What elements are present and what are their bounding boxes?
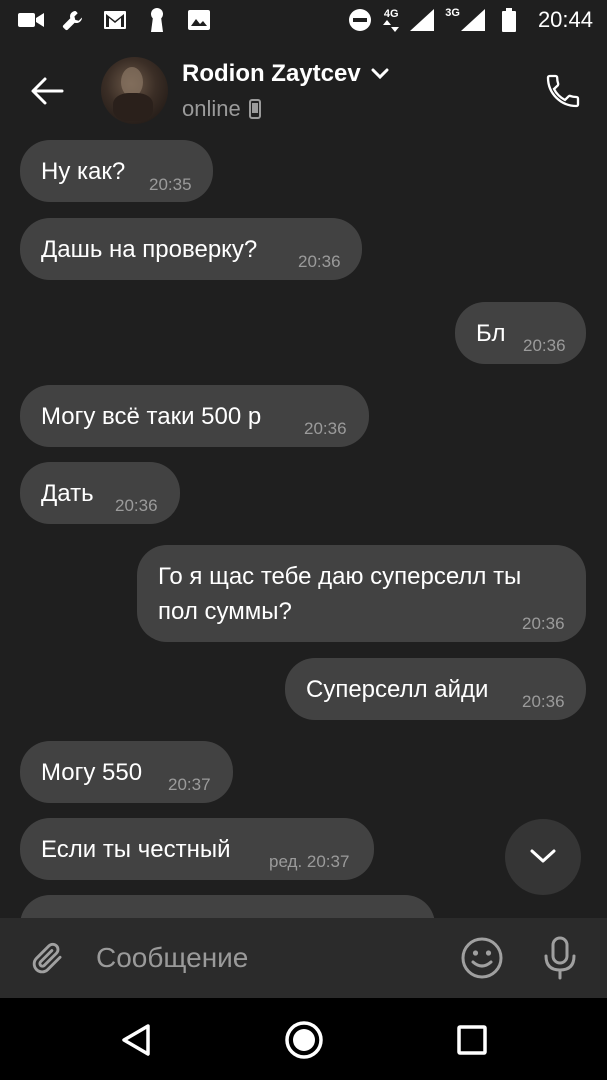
- message-text: Могу всё таки 500 р: [41, 403, 262, 430]
- nav-home-button[interactable]: [281, 1017, 327, 1063]
- message-time: 20:37: [168, 775, 211, 794]
- message-time: 20:36: [522, 692, 565, 711]
- wrench-icon: [60, 7, 86, 33]
- network-4g-label: 4G: [383, 7, 399, 20]
- phone-icon: [546, 74, 580, 108]
- message-bubble-outgoing[interactable]: Суперселл айди 20:36: [285, 658, 586, 720]
- mobile-device-icon: [248, 99, 261, 119]
- chat-header: Rodion Zaytcev online: [0, 40, 607, 140]
- message-text-line: Го я щас тебе даю суперселл ты: [158, 563, 522, 590]
- nav-back-button[interactable]: [114, 1018, 158, 1062]
- network-3g: 3G: [445, 8, 486, 32]
- message-bubble-outgoing[interactable]: Го я щас тебе даю суперселл ты пол суммы…: [137, 545, 586, 642]
- square-recents-icon: [457, 1025, 487, 1055]
- emoji-icon: [461, 937, 503, 979]
- message-bubble-partial[interactable]: [20, 895, 435, 918]
- home-circle-icon: [285, 1021, 323, 1059]
- network-4g: 4G: [383, 7, 400, 32]
- message-text: Суперселл айди: [306, 676, 489, 703]
- system-nav-bar: [0, 998, 607, 1080]
- message-input[interactable]: [96, 938, 436, 978]
- message-bubble-incoming[interactable]: Ну как? 20:35: [20, 140, 213, 202]
- nav-recents-button[interactable]: [450, 1018, 494, 1062]
- status-bar: 4G 3G 20:44: [0, 0, 607, 40]
- network-3g-label: 3G: [445, 7, 460, 19]
- message-text: Ну как?: [41, 158, 126, 185]
- signal-icon-2: [460, 9, 485, 31]
- message-bubble-incoming[interactable]: Дать 20:36: [20, 462, 180, 524]
- status-bar-system: 4G 3G 20:44: [347, 7, 593, 33]
- message-bubble-incoming[interactable]: Дашь на проверку? 20:36: [20, 218, 362, 280]
- message-text-line: пол суммы?: [158, 598, 292, 625]
- chevron-down-icon: [530, 849, 556, 863]
- message-bubble-incoming[interactable]: Могу 550 20:37: [20, 741, 233, 803]
- message-text: Могу 550: [41, 759, 143, 786]
- message-time: 20:36: [523, 336, 566, 355]
- keyhole-icon: [144, 7, 170, 33]
- message-time: 20:35: [149, 175, 192, 194]
- image-icon: [186, 7, 212, 33]
- avatar[interactable]: [101, 57, 168, 124]
- message-text: Дать: [41, 480, 94, 507]
- message-time: 20:36: [298, 252, 341, 271]
- composer-bar: [0, 918, 607, 998]
- video-camera-icon: [18, 7, 44, 33]
- contact-name[interactable]: Rodion Zaytcev: [182, 60, 389, 88]
- microphone-icon: [544, 936, 576, 980]
- emoji-button[interactable]: [460, 936, 504, 980]
- contact-name-text: Rodion Zaytcev: [182, 60, 361, 87]
- microphone-button[interactable]: [538, 934, 582, 982]
- signal-icon: [409, 7, 435, 33]
- status-bar-notifications: [18, 7, 212, 33]
- battery-icon: [496, 7, 522, 33]
- message-bubble-incoming[interactable]: Если ты честный ред. 20:37: [20, 818, 374, 880]
- message-bubble-incoming[interactable]: Могу всё таки 500 р 20:36: [20, 385, 369, 447]
- scroll-down-button[interactable]: [505, 819, 581, 895]
- attach-button[interactable]: [26, 935, 72, 981]
- message-text: Бл: [476, 320, 506, 347]
- message-time: ред. 20:37: [269, 852, 350, 871]
- paperclip-icon: [32, 942, 62, 974]
- do-not-disturb-icon: [347, 7, 373, 33]
- contact-status: online: [182, 96, 261, 122]
- triangle-back-icon: [122, 1024, 150, 1056]
- message-time: 20:36: [304, 419, 347, 438]
- chevron-down-icon: [371, 68, 389, 80]
- message-bubble-outgoing[interactable]: Бл 20:36: [455, 302, 586, 364]
- status-time: 20:44: [537, 7, 593, 32]
- back-arrow-icon: [31, 77, 64, 105]
- call-button[interactable]: [538, 66, 588, 116]
- message-text: Если ты честный: [41, 836, 231, 863]
- contact-status-text: online: [182, 96, 241, 121]
- data-arrows-icon: [383, 19, 400, 32]
- message-time: 20:36: [115, 496, 158, 515]
- message-list[interactable]: Ну как? 20:35 Дашь на проверку? 20:36 Бл…: [0, 140, 607, 918]
- message-text: Дашь на проверку?: [41, 236, 258, 263]
- message-time: 20:36: [522, 614, 565, 633]
- back-button[interactable]: [24, 68, 70, 114]
- gmail-icon: [102, 7, 128, 33]
